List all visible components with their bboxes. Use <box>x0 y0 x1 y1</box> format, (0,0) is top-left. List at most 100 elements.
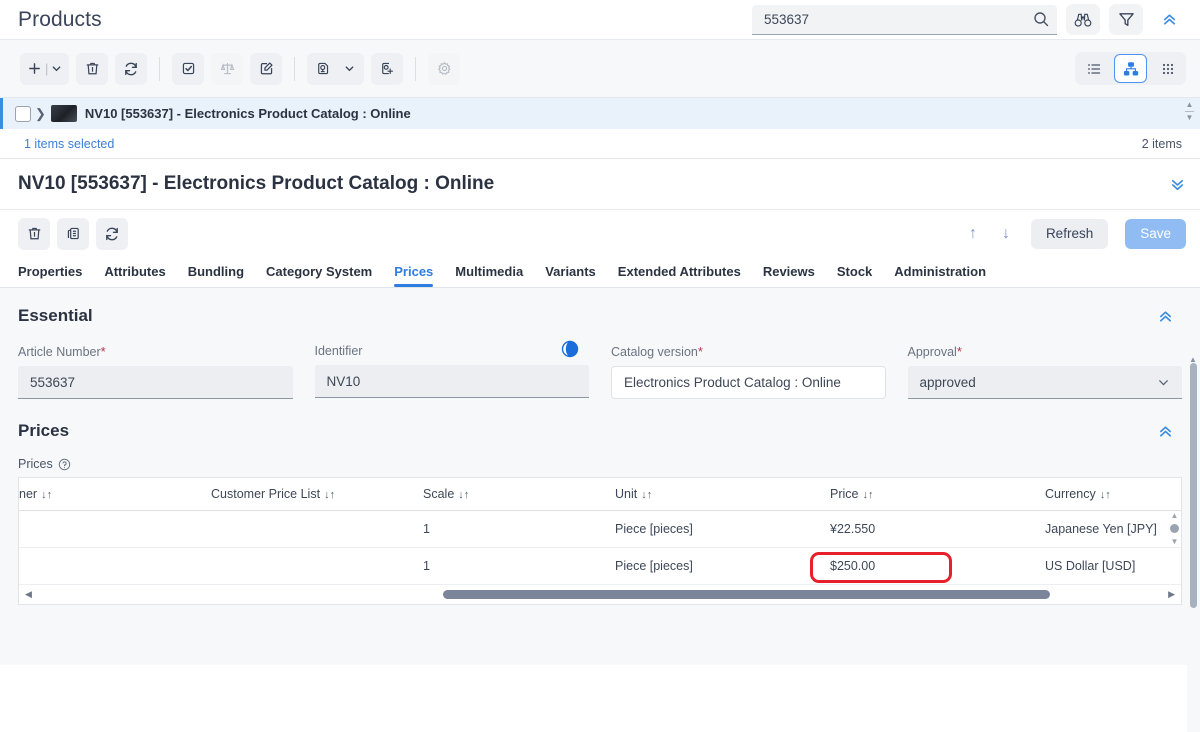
catalog-version-input[interactable]: Electronics Product Catalog : Online <box>611 366 886 399</box>
prices-collapse-icon[interactable] <box>1157 423 1174 440</box>
detail-delete-button[interactable] <box>18 217 50 250</box>
gear-icon <box>437 61 451 75</box>
cell-scale[interactable]: 1 <box>423 547 615 585</box>
filter-icon[interactable] <box>1109 4 1143 35</box>
document-check-icon <box>182 62 195 75</box>
detail-refresh-button[interactable] <box>96 217 128 250</box>
tree-row[interactable]: ❯ NV10 [553637] - Electronics Product Ca… <box>0 98 1200 129</box>
search-input-value: 553637 <box>764 11 810 27</box>
page-scroll-thumb[interactable] <box>1190 363 1197 608</box>
items-selected-link[interactable]: 1 items selected <box>24 137 114 151</box>
arrow-up-icon[interactable]: ↑ <box>965 225 981 243</box>
cell-price[interactable]: ¥22.550 <box>830 510 1045 548</box>
items-count-label: 2 items <box>1141 136 1182 151</box>
binoculars-icon[interactable] <box>1066 4 1100 35</box>
check-in-button[interactable] <box>211 52 244 85</box>
identifier-input[interactable]: NV10 <box>314 365 589 398</box>
tab-properties[interactable]: Properties <box>18 264 93 287</box>
chevron-down-icon[interactable] <box>1157 376 1170 389</box>
table-row[interactable]: 1 Piece [pieces] ¥22.550 Japanese Yen [J… <box>19 510 1181 548</box>
essential-collapse-icon[interactable] <box>1157 308 1174 325</box>
spinner-down-icon[interactable]: ▼ <box>1186 114 1194 122</box>
mass-update-button[interactable] <box>371 52 404 85</box>
tab-reviews[interactable]: Reviews <box>752 264 826 287</box>
scroll-up-icon[interactable]: ▲ <box>1171 511 1179 520</box>
row-checkbox[interactable] <box>15 105 31 122</box>
article-number-input[interactable]: 553637 <box>18 366 293 399</box>
cell-unit[interactable]: Piece [pieces] <box>615 510 830 548</box>
workflow-button[interactable] <box>307 52 365 85</box>
column-header-scale[interactable]: Scale ↓↑ <box>423 478 615 511</box>
prices-table-caption-label: Prices <box>18 457 53 471</box>
sort-icon[interactable]: ↓↑ <box>1100 489 1111 501</box>
globe-icon[interactable] <box>561 340 579 358</box>
article-number-label: Article Number* <box>18 344 106 359</box>
scroll-thumb[interactable] <box>1170 524 1179 533</box>
settings-button[interactable] <box>428 52 461 85</box>
help-icon[interactable] <box>58 458 71 471</box>
hscroll-thumb[interactable] <box>442 590 1050 599</box>
products-application: Products 553637 | ❯ NV10 [553637] - Elec… <box>0 0 1200 732</box>
cell-price-highlighted[interactable]: $250.00 <box>830 547 1045 585</box>
sort-icon[interactable]: ↓↑ <box>324 489 335 501</box>
refresh-button-labeled[interactable]: Refresh <box>1030 218 1109 249</box>
search-icon[interactable] <box>1033 11 1049 27</box>
save-button[interactable]: Save <box>1125 218 1186 249</box>
approval-select[interactable]: approved <box>907 366 1182 399</box>
tab-attributes[interactable]: Attributes <box>93 264 176 287</box>
sort-icon[interactable]: ↓↑ <box>641 489 652 501</box>
refresh-button[interactable] <box>115 52 148 85</box>
double-chevron-down-icon[interactable] <box>1169 176 1186 193</box>
page-vertical-scrollbar[interactable]: ▲ <box>1187 355 1200 732</box>
table-horizontal-scrollbar[interactable]: ◀ ▶ <box>18 585 1182 605</box>
search-input[interactable]: 553637 <box>752 4 1057 35</box>
column-header-owner[interactable]: ner ↓↑ <box>19 478 211 511</box>
article-number-field: Article Number* 553637 <box>18 344 293 399</box>
toolbar-divider <box>159 56 161 81</box>
tab-variants[interactable]: Variants <box>534 264 607 287</box>
page-title: Products <box>18 7 102 31</box>
refresh-icon <box>106 227 118 240</box>
tab-stock[interactable]: Stock <box>826 264 883 287</box>
sort-icon[interactable]: ↓↑ <box>862 489 873 501</box>
tab-extended-attributes[interactable]: Extended Attributes <box>607 264 752 287</box>
tree-view[interactable] <box>1114 54 1147 83</box>
column-header-customer-price-list[interactable]: Customer Price List ↓↑ <box>211 478 423 511</box>
arrow-down-icon[interactable]: ↓ <box>998 225 1014 243</box>
list-view[interactable] <box>1077 54 1110 83</box>
column-header-currency[interactable]: Currency ↓↑ <box>1045 478 1181 511</box>
detail-copy-button[interactable] <box>57 217 89 250</box>
hscroll-track[interactable] <box>38 590 1162 599</box>
prices-table: ner ↓↑ Customer Price List ↓↑ Scale ↓↑ Unit… <box>19 478 1181 585</box>
tab-administration[interactable]: Administration <box>883 264 997 287</box>
double-chevron-up-icon[interactable] <box>1152 4 1186 35</box>
row-spinner[interactable]: ▲ ▼ <box>1185 101 1194 122</box>
scroll-right-icon[interactable]: ▶ <box>1168 589 1175 600</box>
tab-category-system[interactable]: Category System <box>255 264 383 287</box>
table-row[interactable]: 1 Piece [pieces] $250.00 US Dollar [USD] <box>19 547 1181 585</box>
tab-bundling[interactable]: Bundling <box>177 264 255 287</box>
column-header-price[interactable]: Price ↓↑ <box>830 478 1045 511</box>
sort-icon[interactable]: ↓↑ <box>41 489 52 501</box>
create-button[interactable]: | <box>20 52 70 85</box>
tab-multimedia[interactable]: Multimedia <box>444 264 534 287</box>
spinner-up-icon[interactable]: ▲ <box>1186 101 1194 109</box>
cell-scale[interactable]: 1 <box>423 510 615 548</box>
cell-currency[interactable]: Japanese Yen [JPY] <box>1045 510 1181 548</box>
chevron-right-icon[interactable]: ❯ <box>35 106 46 122</box>
edit-button[interactable] <box>250 52 283 85</box>
cell-unit[interactable]: Piece [pieces] <box>615 547 830 585</box>
scroll-left-icon[interactable]: ◀ <box>25 589 32 600</box>
delete-button[interactable] <box>76 52 109 85</box>
scroll-down-icon[interactable]: ▼ <box>1171 537 1179 546</box>
grid-view[interactable] <box>1151 54 1184 83</box>
check-out-button[interactable] <box>172 52 205 85</box>
sort-icon[interactable]: ↓↑ <box>458 489 469 501</box>
column-header-unit[interactable]: Unit ↓↑ <box>615 478 830 511</box>
toolbar-divider <box>294 56 296 81</box>
chevron-down-icon <box>345 66 354 72</box>
table-header-row: ner ↓↑ Customer Price List ↓↑ Scale ↓↑ Unit… <box>19 478 1181 511</box>
cell-currency[interactable]: US Dollar [USD] <box>1045 547 1181 585</box>
tab-prices[interactable]: Prices <box>383 264 444 287</box>
table-vertical-scrollbar[interactable]: ▲ ▼ <box>1169 511 1180 585</box>
